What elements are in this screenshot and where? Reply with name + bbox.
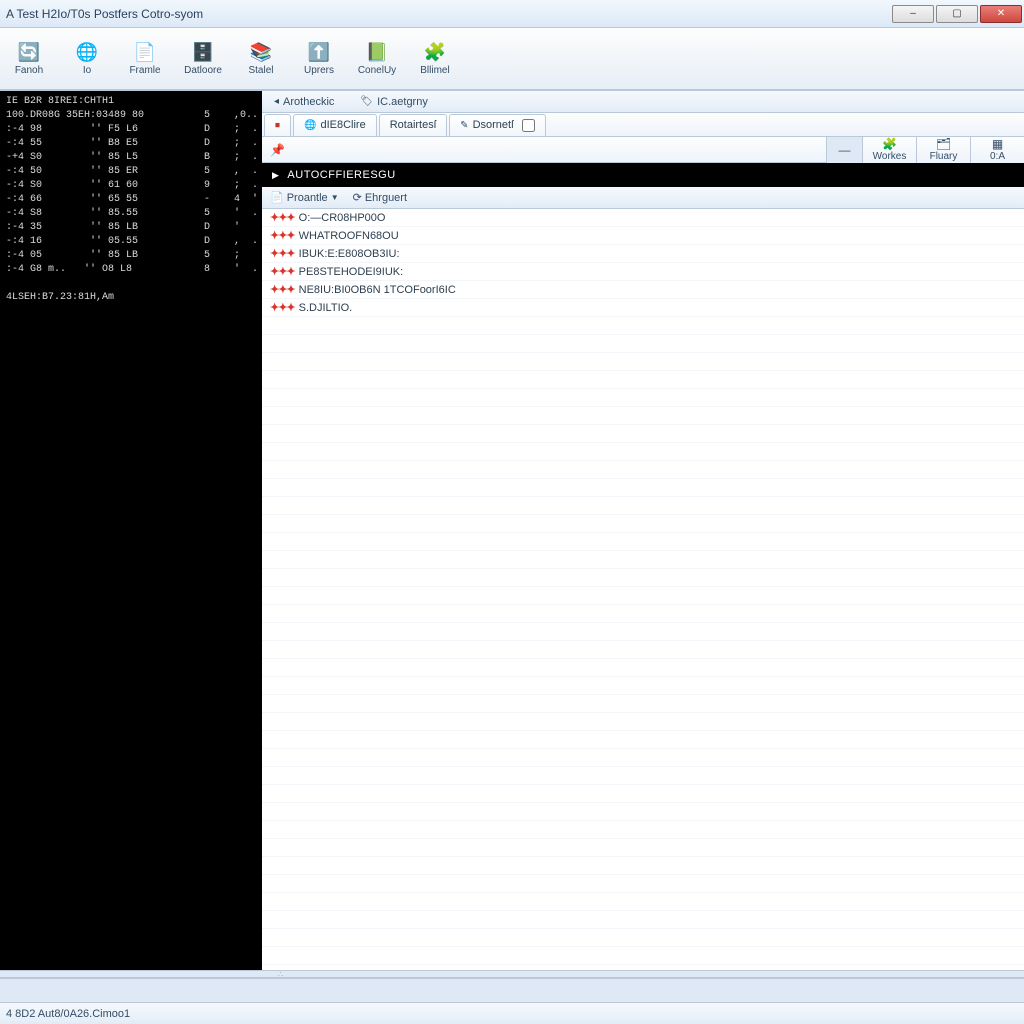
tool-db-label: Datloore xyxy=(184,65,222,76)
tool-io-label: Io xyxy=(83,65,91,76)
subtab-category-icon: 🏷 xyxy=(360,96,373,107)
tool-file[interactable]: 📄 Framle xyxy=(118,32,172,86)
cluster-minimize[interactable]: — xyxy=(826,137,862,163)
tool-up-label: Uprers xyxy=(304,65,334,76)
tool-io-icon: 🌐 xyxy=(76,41,98,63)
list-item[interactable]: ✦✦✦ IBUK:E:E808OB3IU: xyxy=(262,245,1024,263)
tool-file-icon: 📄 xyxy=(134,41,156,63)
tool-stack-icon: 📚 xyxy=(250,41,272,63)
expand-icon[interactable]: ✦✦✦ xyxy=(270,283,295,296)
list-item-label: IBUK:E:E808OB3IU: xyxy=(299,248,400,260)
expand-icon[interactable]: ✦✦✦ xyxy=(270,229,295,242)
window-minimize-button[interactable]: – xyxy=(892,5,934,23)
play-icon: ▶ xyxy=(272,170,279,181)
doctab-stop-icon: ⏹ xyxy=(275,120,280,131)
tool-refresh[interactable]: 🔄 Fanoh xyxy=(2,32,56,86)
doctab-db[interactable]: 🌐 dIE8Clire xyxy=(293,114,377,136)
tool-stack-label: Stalel xyxy=(248,65,273,76)
doctab-dsomet[interactable]: ✎ Dsornetſ xyxy=(449,114,545,136)
content-pane: ◂ Arotheckic 🏷 IC.aetgrny ⏹ 🌐 dIE8Clire Rotair… xyxy=(262,91,1024,970)
expand-icon[interactable]: ✦✦✦ xyxy=(270,247,295,260)
subtab-actions[interactable]: ◂ Arotheckic xyxy=(266,91,342,112)
tool-ext-icon: 🧩 xyxy=(424,41,446,63)
list-item-label: NE8IU:BI0OB6N 1TCOFoorI6IC xyxy=(299,284,456,296)
status-text: 4 8D2 Aut8/0A26.Cimoo1 xyxy=(6,1008,130,1020)
expand-icon[interactable]: ✦✦✦ xyxy=(270,265,295,278)
tool-io[interactable]: 🌐 Io xyxy=(60,32,114,86)
tool-refresh-icon: 🔄 xyxy=(18,41,40,63)
tool-db-icon: 🗄️ xyxy=(192,41,214,63)
list-item-label: O:—CR08HP00O xyxy=(299,212,386,224)
sub-tabs: ◂ Arotheckic 🏷 IC.aetgrny xyxy=(262,91,1024,113)
list-item[interactable]: ✦✦✦ O:—CR08HP00O xyxy=(262,209,1024,227)
doctab-dsomet-label: Dsornetſ xyxy=(473,119,514,131)
tool-cone-label: ConelUy xyxy=(358,65,396,76)
cluster-history-label: Fluary xyxy=(930,151,958,162)
cluster-workers[interactable]: 🧩Workes xyxy=(862,137,916,163)
doctab-retained[interactable]: Rotairtesſ xyxy=(379,114,447,136)
tool-cone[interactable]: 📗 ConelUy xyxy=(350,32,404,86)
tool-row: 📄Proantle▼ ⟳Ehrguert xyxy=(262,187,1024,209)
tool-cone-icon: 📗 xyxy=(366,41,388,63)
pin-icon[interactable]: 📌 xyxy=(270,143,285,157)
resize-handle[interactable]: ∴ xyxy=(0,970,1024,978)
cluster-minimize-icon: — xyxy=(839,143,851,157)
tool-file-label: Framle xyxy=(129,65,160,76)
section-header-label: AUTOCFFIERESGU xyxy=(287,169,395,181)
cluster-workers-icon: 🧩 xyxy=(882,137,897,151)
cluster-oa-label: 0:A xyxy=(990,151,1005,162)
toolrow-prompt-label: Proantle xyxy=(287,192,328,204)
list-item-label: WHATROOFN68OU xyxy=(299,230,399,242)
expand-icon[interactable]: ✦✦✦ xyxy=(270,211,295,224)
cluster-oa-icon: ▦ xyxy=(992,137,1003,151)
tool-up-icon: ⬆️ xyxy=(308,41,330,63)
cluster-workers-label: Workes xyxy=(873,151,907,162)
list-item[interactable]: ✦✦✦ WHATROOFN68OU xyxy=(262,227,1024,245)
subtab-category[interactable]: 🏷 IC.aetgrny xyxy=(352,91,435,112)
expand-icon[interactable]: ✦✦✦ xyxy=(270,301,295,314)
doctab-db-icon: 🌐 xyxy=(304,120,316,131)
pin-bar: 📌 —🧩Workes🗂Fluary▦0:A xyxy=(262,137,1024,163)
section-header: ▶ AUTOCFFIERESGU xyxy=(262,163,1024,187)
tool-ext-label: Bllimel xyxy=(420,65,449,76)
window-title: A Test H2Io/T0s Postfers Cotro-syom xyxy=(6,7,892,21)
cluster-history[interactable]: 🗂Fluary xyxy=(916,137,970,163)
list-item[interactable]: ✦✦✦ NE8IU:BI0OB6N 1TCOFoorI6IC xyxy=(262,281,1024,299)
list-item-label: S.DJILTIO. xyxy=(299,302,353,314)
cluster-history-icon: 🗂 xyxy=(936,137,951,151)
document-strip: ⏹ 🌐 dIE8Clire Rotairtesſ ✎ Dsornetſ xyxy=(262,113,1024,137)
chevron-down-icon: ▼ xyxy=(331,193,339,202)
doctab-dsomet-checkbox[interactable] xyxy=(522,119,535,132)
toolrow-fragment[interactable]: ⟳Ehrguert xyxy=(353,191,407,204)
doctab-dsomet-icon: ✎ xyxy=(460,120,468,131)
title-bar: A Test H2Io/T0s Postfers Cotro-syom – ▢ … xyxy=(0,0,1024,28)
main-toolbar: 🔄 Fanoh 🌐 Io 📄 Framle 🗄️ Datloore 📚 Stalel ⬆️ Uprer… xyxy=(0,28,1024,90)
list-item-label: PE8STEHODEI9IUK: xyxy=(299,266,404,278)
window-close-button[interactable]: ✕ xyxy=(980,5,1022,23)
console-pane[interactable]: IE B2R 8IREI:CHTH1 100.DR08G 35EH:03489 … xyxy=(0,91,262,970)
toolrow-fragment-icon: ⟳ xyxy=(353,191,362,204)
list-area[interactable]: ✦✦✦ O:—CR08HP00O ✦✦✦ WHATROOFN68OU ✦✦✦ IBUK:E… xyxy=(262,209,1024,970)
doctab-stop[interactable]: ⏹ xyxy=(264,114,291,136)
subtab-category-label: IC.aetgrny xyxy=(377,96,428,108)
window-maximize-button[interactable]: ▢ xyxy=(936,5,978,23)
doctab-db-label: dIE8Clire xyxy=(320,119,365,131)
list-item[interactable]: ✦✦✦ PE8STEHODEI9IUK: xyxy=(262,263,1024,281)
toolrow-fragment-label: Ehrguert xyxy=(365,192,407,204)
tool-refresh-label: Fanoh xyxy=(15,65,43,76)
toolrow-prompt-icon: 📄 xyxy=(270,191,284,204)
doctab-retained-label: Rotairtesſ xyxy=(390,119,436,131)
tool-ext[interactable]: 🧩 Bllimel xyxy=(408,32,462,86)
tool-db[interactable]: 🗄️ Datloore xyxy=(176,32,230,86)
cluster-oa[interactable]: ▦0:A xyxy=(970,137,1024,163)
subtab-actions-icon: ◂ xyxy=(274,96,279,107)
tool-up[interactable]: ⬆️ Uprers xyxy=(292,32,346,86)
toolrow-prompt[interactable]: 📄Proantle▼ xyxy=(270,191,339,204)
tool-stack[interactable]: 📚 Stalel xyxy=(234,32,288,86)
spacer-band xyxy=(0,978,1024,1002)
status-bar: 4 8D2 Aut8/0A26.Cimoo1 xyxy=(0,1002,1024,1024)
list-item[interactable]: ✦✦✦ S.DJILTIO. xyxy=(262,299,1024,317)
subtab-actions-label: Arotheckic xyxy=(283,96,334,108)
